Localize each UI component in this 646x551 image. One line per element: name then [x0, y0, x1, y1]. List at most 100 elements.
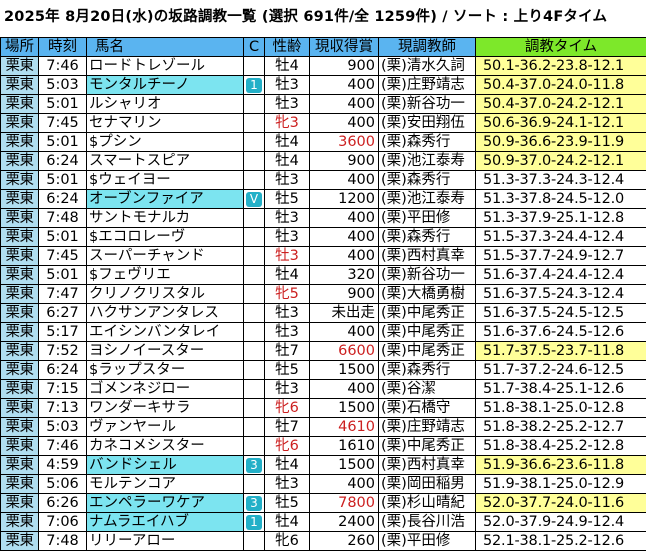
table-row[interactable]: 栗東6:24スマートスピア牡4900(栗)池江泰寿50.9-37.0-24.2-… — [1, 152, 646, 171]
cell-trainer[interactable]: (栗)池江泰寿 — [379, 152, 476, 171]
cell-horse-name[interactable]: エイシンバンタレイ — [87, 323, 244, 342]
cell-horse-name[interactable]: $ウェイヨー — [87, 171, 244, 190]
cell-trainer[interactable]: (栗)中尾秀正 — [379, 323, 476, 342]
cell-trainer[interactable]: (栗)森秀行 — [379, 133, 476, 152]
table-row[interactable]: 栗東4:59バンドシェル3牡41500(栗)西村真幸51.9-36.6-23.6… — [1, 456, 646, 475]
table-row[interactable]: 栗東6:24$ラップスター牡51500(栗)森秀行51.7-37.2-24.6-… — [1, 361, 646, 380]
cell-trainer[interactable]: (栗)清水久詞 — [379, 57, 476, 76]
cell-horse-name[interactable]: バンドシェル — [87, 456, 244, 475]
cell-trainer[interactable]: (栗)安田翔伍 — [379, 114, 476, 133]
cell-trainer[interactable]: (栗)岡田稲男 — [379, 475, 476, 494]
table-row[interactable]: 栗東7:15ゴメンネジロー牡3400(栗)谷潔51.7-38.4-25.1-12… — [1, 380, 646, 399]
cell-horse-name[interactable]: $フェヴリエ — [87, 266, 244, 285]
table-row[interactable]: 栗東7:45セナマリン牝3400(栗)安田翔伍50.6-36.9-24.1-12… — [1, 114, 646, 133]
table-row[interactable]: 栗東7:46ロードトレゾール牡4900(栗)清水久詞50.1-36.2-23.8… — [1, 57, 646, 76]
horse-name-link[interactable]: ハクサンアンタレス — [89, 305, 219, 322]
cell-horse-name[interactable]: $プシン — [87, 133, 244, 152]
cell-horse-name[interactable]: クリノクリスタル — [87, 285, 244, 304]
horse-name-link[interactable]: セナマリン — [89, 115, 162, 132]
horse-name-link[interactable]: $ウェイヨー — [89, 172, 171, 189]
cell-trainer[interactable]: (栗)新谷功一 — [379, 266, 476, 285]
cell-horse-name[interactable]: セナマリン — [87, 114, 244, 133]
horse-name-link[interactable]: エイシンバンタレイ — [89, 324, 220, 341]
horse-name-link[interactable]: ゴメンネジロー — [89, 381, 190, 398]
horse-name-link[interactable]: スマートスピア — [89, 153, 190, 170]
header-horse[interactable]: 馬名 — [87, 38, 244, 57]
cell-horse-name[interactable]: リリーアロー — [87, 532, 244, 551]
table-row[interactable]: 栗東7:48サントモナルカ牡3400(栗)平田修51.3-37.9-25.1-1… — [1, 209, 646, 228]
cell-trainer[interactable]: (栗)庄野靖志 — [379, 418, 476, 437]
cell-trainer[interactable]: (栗)石橋守 — [379, 399, 476, 418]
header-prize[interactable]: 現収得賞 — [310, 38, 379, 57]
table-row[interactable]: 栗東5:01$プシン牡43600(栗)森秀行50.9-36.6-23.9-11.… — [1, 133, 646, 152]
cell-trainer[interactable]: (栗)中尾秀正 — [379, 437, 476, 456]
horse-name-link[interactable]: モルテンコア — [89, 476, 176, 493]
header-chokyo-time[interactable]: 調教タイム — [476, 38, 646, 57]
table-row[interactable]: 栗東6:27ハクサンアンタレス牡3未出走(栗)中尾秀正51.6-37.5-24.… — [1, 304, 646, 323]
cell-trainer[interactable]: (栗)西村真幸 — [379, 456, 476, 475]
cell-trainer[interactable]: (栗)平田修 — [379, 532, 476, 551]
table-row[interactable]: 栗東5:03ヴァンヤール牡74610(栗)庄野靖志51.8-38.2-25.2-… — [1, 418, 646, 437]
header-c[interactable]: C — [244, 38, 265, 57]
cell-trainer[interactable]: (栗)長谷川浩 — [379, 513, 476, 532]
cell-trainer[interactable]: (栗)新谷功一 — [379, 95, 476, 114]
table-row[interactable]: 栗東5:01$エコロレーヴ牡3400(栗)森秀行51.5-37.3-24.4-1… — [1, 228, 646, 247]
cell-horse-name[interactable]: モンタルチーノ — [87, 76, 244, 95]
cell-horse-name[interactable]: ヨシノイースター — [87, 342, 244, 361]
header-sexage[interactable]: 性齢 — [265, 38, 310, 57]
horse-name-link[interactable]: スーパーチャンド — [89, 248, 205, 265]
header-time[interactable]: 時刻 — [39, 38, 87, 57]
table-row[interactable]: 栗東5:06モルテンコア牡3400(栗)岡田稲男51.9-38.1-25.0-1… — [1, 475, 646, 494]
cell-trainer[interactable]: (栗)大橋勇樹 — [379, 285, 476, 304]
header-place[interactable]: 場所 — [1, 38, 39, 57]
cell-trainer[interactable]: (栗)谷潔 — [379, 380, 476, 399]
table-row[interactable]: 栗東7:45スーパーチャンド牡3400(栗)西村真幸51.5-37.7-24.9… — [1, 247, 646, 266]
cell-trainer[interactable]: (栗)平田修 — [379, 209, 476, 228]
cell-trainer[interactable]: (栗)森秀行 — [379, 228, 476, 247]
table-row[interactable]: 栗東7:06ナムラエイハブ1牡42400(栗)長谷川浩52.0-37.9-24.… — [1, 513, 646, 532]
cell-horse-name[interactable]: ハクサンアンタレス — [87, 304, 244, 323]
cell-horse-name[interactable]: ナムラエイハブ — [87, 513, 244, 532]
horse-name-link[interactable]: モンタルチーノ — [89, 77, 190, 94]
horse-name-link[interactable]: $プシン — [89, 134, 142, 151]
cell-trainer[interactable]: (栗)杉山晴紀 — [379, 494, 476, 513]
horse-name-link[interactable]: ロードトレゾール — [89, 58, 205, 75]
cell-horse-name[interactable]: カネコメシスター — [87, 437, 244, 456]
cell-trainer[interactable]: (栗)池江泰寿 — [379, 190, 476, 209]
table-row[interactable]: 栗東5:03モンタルチーノ1牡3400(栗)庄野靖志50.4-37.0-24.0… — [1, 76, 646, 95]
cell-horse-name[interactable]: ヴァンヤール — [87, 418, 244, 437]
horse-name-link[interactable]: ヴァンヤール — [89, 419, 176, 436]
cell-trainer[interactable]: (栗)中尾秀正 — [379, 304, 476, 323]
cell-horse-name[interactable]: $エコロレーヴ — [87, 228, 244, 247]
horse-name-link[interactable]: $フェヴリエ — [89, 267, 171, 284]
cell-horse-name[interactable]: エンペラーワケア — [87, 494, 244, 513]
table-row[interactable]: 栗東7:52ヨシノイースター牡76600(栗)中尾秀正51.7-37.5-23.… — [1, 342, 646, 361]
cell-horse-name[interactable]: ゴメンネジロー — [87, 380, 244, 399]
horse-name-link[interactable]: サントモナルカ — [89, 210, 190, 227]
table-row[interactable]: 栗東7:48リリーアロー牝6260(栗)平田修52.1-38.1-25.2-12… — [1, 532, 646, 551]
cell-horse-name[interactable]: スーパーチャンド — [87, 247, 244, 266]
cell-horse-name[interactable]: サントモナルカ — [87, 209, 244, 228]
cell-horse-name[interactable]: $ラップスター — [87, 361, 244, 380]
cell-trainer[interactable]: (栗)中尾秀正 — [379, 342, 476, 361]
cell-trainer[interactable]: (栗)森秀行 — [379, 171, 476, 190]
header-trainer[interactable]: 現調教師 — [379, 38, 476, 57]
horse-name-link[interactable]: エンペラーワケア — [89, 495, 205, 512]
cell-trainer[interactable]: (栗)森秀行 — [379, 361, 476, 380]
cell-horse-name[interactable]: ルシャリオ — [87, 95, 244, 114]
table-row[interactable]: 栗東5:01$フェヴリエ牡4320(栗)新谷功一51.6-37.4-24.4-1… — [1, 266, 646, 285]
table-row[interactable]: 栗東5:01ルシャリオ牡3400(栗)新谷功一50.4-37.0-24.2-12… — [1, 95, 646, 114]
table-row[interactable]: 栗東6:24オーブンファイアV牡51200(栗)池江泰寿51.3-37.8-24… — [1, 190, 646, 209]
horse-name-link[interactable]: ワンダーキサラ — [89, 400, 191, 417]
horse-name-link[interactable]: バンドシェル — [89, 457, 177, 474]
horse-name-link[interactable]: リリーアロー — [89, 533, 175, 550]
table-row[interactable]: 栗東6:26エンペラーワケア3牡57800(栗)杉山晴紀52.0-37.7-24… — [1, 494, 646, 513]
cell-trainer[interactable]: (栗)西村真幸 — [379, 247, 476, 266]
horse-name-link[interactable]: オーブンファイア — [89, 191, 204, 208]
horse-name-link[interactable]: クリノクリスタル — [89, 286, 205, 303]
horse-name-link[interactable]: $エコロレーヴ — [89, 229, 185, 246]
horse-name-link[interactable]: ヨシノイースター — [89, 343, 204, 360]
cell-horse-name[interactable]: モルテンコア — [87, 475, 244, 494]
cell-trainer[interactable]: (栗)庄野靖志 — [379, 76, 476, 95]
horse-name-link[interactable]: ルシャリオ — [89, 96, 162, 113]
